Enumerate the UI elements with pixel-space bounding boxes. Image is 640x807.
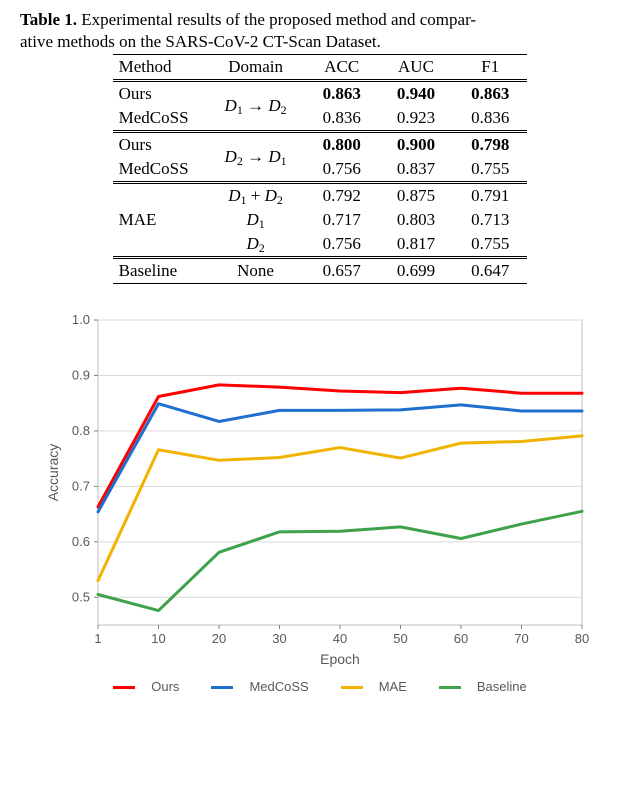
table-row: MedCoSS 0.836 0.923 0.836	[113, 106, 528, 132]
cell-domain: None	[207, 258, 305, 284]
cell-acc: 0.756	[305, 157, 379, 183]
table-row: Ours D2 → D1 0.800 0.900 0.798	[113, 132, 528, 158]
legend-key	[439, 686, 461, 689]
cell-auc: 0.940	[379, 81, 453, 107]
svg-text:70: 70	[514, 631, 528, 646]
chart-svg: 0.5 0.6 0.7 0.8 0.9 1.0 1 10 20 30 40 50 60 70 80 Epoch…	[40, 300, 600, 670]
cell-auc: 0.900	[379, 132, 453, 158]
cell-acc: 0.756	[305, 232, 379, 258]
cell-f1: 0.647	[453, 258, 527, 284]
cell-method: Baseline	[113, 258, 207, 284]
cell-acc: 0.800	[305, 132, 379, 158]
legend-label: Ours	[151, 679, 179, 694]
svg-text:30: 30	[272, 631, 286, 646]
cell-method: MedCoSS	[113, 157, 207, 183]
col-f1: F1	[453, 55, 527, 81]
cell-f1: 0.836	[453, 106, 527, 132]
svg-text:60: 60	[454, 631, 468, 646]
accuracy-chart: 0.5 0.6 0.7 0.8 0.9 1.0 1 10 20 30 40 50 60 70 80 Epoch…	[40, 300, 600, 694]
caption-text-a: Experimental results of the proposed met…	[77, 10, 476, 29]
cell-domain: D2	[207, 232, 305, 258]
legend-label: Baseline	[477, 679, 527, 694]
svg-text:50: 50	[393, 631, 407, 646]
svg-text:1.0: 1.0	[72, 312, 90, 327]
cell-acc: 0.717	[305, 208, 379, 232]
table-caption: Table 1. Experimental results of the pro…	[20, 10, 620, 30]
svg-text:0.8: 0.8	[72, 423, 90, 438]
table-caption-line2: ative methods on the SARS-CoV-2 CT-Scan …	[20, 32, 620, 52]
svg-text:0.6: 0.6	[72, 534, 90, 549]
cell-f1: 0.755	[453, 232, 527, 258]
legend-key	[113, 686, 135, 689]
svg-text:Epoch: Epoch	[320, 651, 360, 667]
cell-method: Ours	[113, 132, 207, 158]
cell-auc: 0.837	[379, 157, 453, 183]
cell-method: MedCoSS	[113, 106, 207, 132]
legend-label: MedCoSS	[249, 679, 308, 694]
table-row: MedCoSS 0.756 0.837 0.755	[113, 157, 528, 183]
legend-key	[211, 686, 233, 689]
legend-item: Baseline	[431, 679, 535, 694]
svg-text:1: 1	[94, 631, 101, 646]
col-domain: Domain	[207, 55, 305, 81]
cell-method: Ours	[113, 81, 207, 107]
svg-text:40: 40	[333, 631, 347, 646]
table-row: Ours D1 → D2 0.863 0.940 0.863	[113, 81, 528, 107]
cell-f1: 0.863	[453, 81, 527, 107]
cell-f1: 0.755	[453, 157, 527, 183]
cell-acc: 0.657	[305, 258, 379, 284]
col-method: Method	[113, 55, 207, 81]
table-header-row: Method Domain ACC AUC F1	[113, 55, 528, 81]
cell-auc: 0.875	[379, 183, 453, 209]
col-acc: ACC	[305, 55, 379, 81]
legend-key	[341, 686, 363, 689]
cell-auc: 0.803	[379, 208, 453, 232]
table-label: Table 1.	[20, 10, 77, 29]
col-auc: AUC	[379, 55, 453, 81]
cell-acc: 0.792	[305, 183, 379, 209]
cell-auc: 0.817	[379, 232, 453, 258]
svg-text:0.9: 0.9	[72, 367, 90, 382]
chart-legend: Ours MedCoSS MAE Baseline	[40, 679, 600, 694]
svg-text:Accuracy: Accuracy	[45, 444, 61, 502]
cell-f1: 0.713	[453, 208, 527, 232]
svg-text:20: 20	[212, 631, 226, 646]
legend-item: MAE	[333, 679, 415, 694]
svg-text:0.7: 0.7	[72, 478, 90, 493]
cell-auc: 0.699	[379, 258, 453, 284]
svg-text:10: 10	[151, 631, 165, 646]
svg-text:0.5: 0.5	[72, 589, 90, 604]
results-table: Method Domain ACC AUC F1 Ours D1 → D2 0.…	[113, 54, 528, 284]
legend-item: MedCoSS	[203, 679, 316, 694]
cell-f1: 0.798	[453, 132, 527, 158]
cell-method: MAE	[113, 183, 207, 258]
cell-domain: D1 → D2	[207, 81, 305, 132]
cell-domain: D1	[207, 208, 305, 232]
table-row: Baseline None 0.657 0.699 0.647	[113, 258, 528, 284]
legend-item: Ours	[105, 679, 187, 694]
legend-label: MAE	[379, 679, 407, 694]
cell-acc: 0.863	[305, 81, 379, 107]
cell-domain: D1 + D2	[207, 183, 305, 209]
svg-text:80: 80	[575, 631, 589, 646]
cell-f1: 0.791	[453, 183, 527, 209]
table-row: MAE D1 + D2 0.792 0.875 0.791	[113, 183, 528, 209]
cell-domain: D2 → D1	[207, 132, 305, 183]
cell-auc: 0.923	[379, 106, 453, 132]
cell-acc: 0.836	[305, 106, 379, 132]
